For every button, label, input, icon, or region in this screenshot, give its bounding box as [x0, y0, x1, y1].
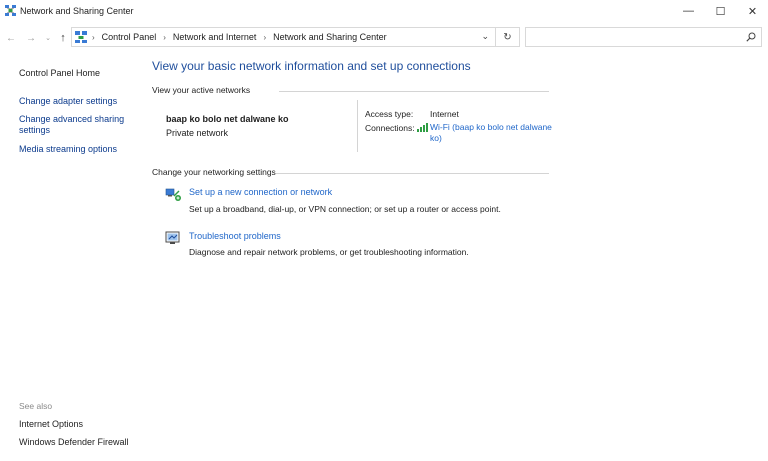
control-panel-icon [75, 31, 87, 43]
breadcrumb-chevron-icon: › [92, 32, 95, 42]
address-bar[interactable]: › Control Panel › Network and Internet ›… [71, 27, 496, 47]
new-connection-icon [165, 188, 181, 201]
maximize-button[interactable]: ☐ [704, 0, 737, 22]
access-type-label: Access type: [365, 109, 414, 119]
sidebar-change-advanced-sharing[interactable]: Change advanced sharing settings [19, 114, 129, 136]
forward-button[interactable]: → [24, 30, 38, 46]
wifi-signal-icon [417, 123, 428, 132]
sidebar-media-streaming-options[interactable]: Media streaming options [19, 144, 117, 155]
window-title: Network and Sharing Center [20, 6, 134, 16]
see-also-heading: See also [19, 401, 53, 411]
setup-connection-description: Set up a broadband, dial-up, or VPN conn… [189, 204, 501, 214]
search-icon [746, 32, 756, 42]
see-also-defender-firewall[interactable]: Windows Defender Firewall [19, 437, 129, 448]
sidebar-change-adapter-settings[interactable]: Change adapter settings [19, 96, 117, 107]
active-networks-heading: View your active networks [152, 85, 251, 95]
network-type: Private network [166, 128, 229, 138]
divider [276, 173, 549, 174]
breadcrumb-chevron-icon: › [163, 32, 166, 42]
close-button[interactable]: ✕ [736, 0, 768, 22]
change-settings-heading: Change your networking settings [152, 167, 276, 177]
connections-label: Connections: [365, 123, 415, 133]
recent-locations-button[interactable]: ⌄ [41, 30, 55, 46]
back-button[interactable]: ← [4, 30, 18, 46]
setup-connection-link[interactable]: Set up a new connection or network [189, 187, 332, 197]
address-dropdown-icon[interactable]: ⌄ [481, 31, 489, 42]
search-input[interactable] [525, 27, 762, 47]
divider [279, 91, 549, 92]
troubleshoot-icon [165, 231, 180, 244]
wifi-connection-link[interactable]: Wi-Fi (baap ko bolo net dalwane ko) [430, 122, 555, 144]
minimize-button[interactable]: — [672, 0, 705, 22]
see-also-internet-options[interactable]: Internet Options [19, 419, 83, 430]
breadcrumb: › Control Panel › Network and Internet ›… [92, 32, 387, 42]
up-button[interactable]: ↑ [56, 30, 70, 46]
refresh-button[interactable]: ↻ [496, 27, 520, 47]
breadcrumb-chevron-icon: › [263, 32, 267, 42]
access-type-value: Internet [430, 109, 459, 119]
troubleshoot-description: Diagnose and repair network problems, or… [189, 247, 469, 257]
breadcrumb-network-sharing-center[interactable]: Network and Sharing Center [273, 32, 387, 42]
network-app-icon [5, 5, 16, 16]
vertical-divider [357, 100, 358, 152]
troubleshoot-link[interactable]: Troubleshoot problems [189, 231, 281, 241]
page-title: View your basic network information and … [152, 59, 471, 73]
title-bar: Network and Sharing Center — ☐ ✕ [0, 0, 768, 22]
network-name: baap ko bolo net dalwane ko [166, 114, 289, 124]
sidebar-control-panel-home[interactable]: Control Panel Home [19, 68, 100, 79]
breadcrumb-control-panel[interactable]: Control Panel [102, 32, 157, 42]
breadcrumb-network-internet[interactable]: Network and Internet [173, 32, 257, 42]
